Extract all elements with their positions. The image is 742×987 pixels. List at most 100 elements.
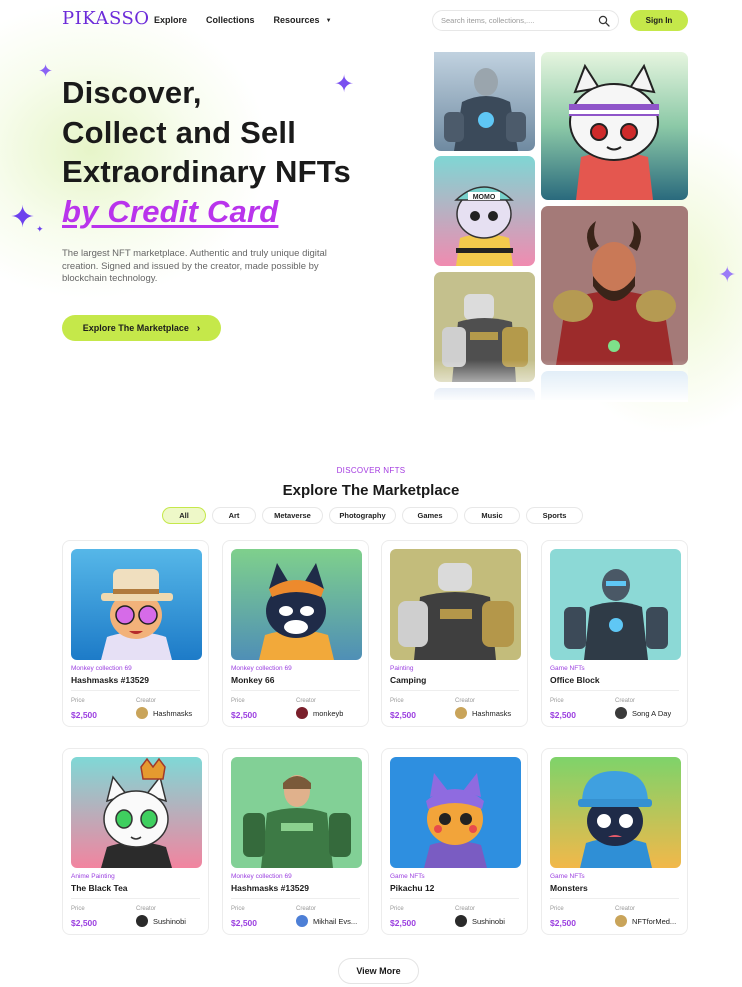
nft-title[interactable]: Hashmasks #13529 bbox=[231, 883, 309, 893]
creator-label: Creator bbox=[615, 906, 636, 912]
price-label: Price bbox=[71, 698, 85, 704]
creator[interactable]: Sushinobi bbox=[455, 915, 505, 927]
nft-image bbox=[550, 757, 681, 868]
nft-image bbox=[231, 549, 362, 660]
section-title: Explore The Marketplace bbox=[282, 482, 460, 499]
nft-collection[interactable]: Monkey collection 69 bbox=[231, 873, 292, 880]
search-input[interactable] bbox=[441, 16, 591, 25]
main-nav: Explore Collections Resources ▼ bbox=[154, 15, 332, 25]
chevron-right-icon: › bbox=[196, 322, 201, 334]
filter-music[interactable]: Music bbox=[464, 507, 520, 524]
svg-text:MOMO: MOMO bbox=[473, 194, 496, 201]
nft-title[interactable]: Monsters bbox=[550, 883, 588, 893]
creator-name: Song A Day bbox=[632, 708, 672, 718]
nft-collection[interactable]: Monkey collection 69 bbox=[231, 665, 292, 672]
price-label: Price bbox=[231, 698, 245, 704]
nft-collection[interactable]: Game NFTs bbox=[390, 873, 425, 880]
nft-card[interactable]: Game NFTs Office Block Price Creator $2,… bbox=[541, 540, 688, 727]
creator-label: Creator bbox=[455, 698, 476, 704]
nft-collection[interactable]: Painting bbox=[390, 665, 414, 672]
creator-label: Creator bbox=[296, 906, 317, 912]
nft-title[interactable]: Hashmasks #13529 bbox=[71, 675, 149, 685]
nft-price: $2,500 bbox=[71, 710, 97, 720]
nft-card[interactable]: Anime Painting The Black Tea Price Creat… bbox=[62, 748, 209, 935]
nft-price: $2,500 bbox=[390, 710, 416, 720]
view-more-button[interactable]: View More bbox=[338, 958, 419, 984]
site-header: PIKASSO Explore Collections Resources ▼ S… bbox=[0, 0, 742, 42]
nft-collection[interactable]: Anime Painting bbox=[71, 873, 115, 880]
collage-image-robot-blue bbox=[434, 52, 535, 151]
creator-label: Creator bbox=[615, 698, 636, 704]
explore-marketplace-button[interactable]: Explore The Marketplace › bbox=[62, 315, 221, 341]
search-box bbox=[432, 10, 619, 31]
creator[interactable]: monkeyb bbox=[296, 707, 343, 719]
sparkle-icon: ✦ bbox=[36, 224, 44, 234]
nft-image bbox=[71, 549, 202, 660]
nav-collections[interactable]: Collections bbox=[206, 15, 255, 25]
creator[interactable]: Song A Day bbox=[615, 707, 671, 719]
creator[interactable]: NFTforMed... bbox=[615, 915, 676, 927]
nft-image bbox=[71, 757, 202, 868]
filter-photography[interactable]: Photography bbox=[329, 507, 396, 524]
nft-card[interactable]: Painting Camping Price Creator $2,500 Ha… bbox=[381, 540, 528, 727]
filter-metaverse[interactable]: Metaverse bbox=[262, 507, 323, 524]
nft-card[interactable]: Game NFTs Monsters Price Creator $2,500 … bbox=[541, 748, 688, 935]
creator-name: monkeyb bbox=[313, 708, 344, 718]
avatar bbox=[455, 915, 467, 927]
explore-marketplace-label: Explore The Marketplace bbox=[82, 323, 189, 333]
price-label: Price bbox=[390, 906, 404, 912]
filter-games[interactable]: Games bbox=[402, 507, 458, 524]
nft-title[interactable]: The Black Tea bbox=[71, 883, 128, 893]
nft-title[interactable]: Office Block bbox=[550, 675, 600, 685]
creator[interactable]: Sushinobi bbox=[136, 915, 186, 927]
nft-card[interactable]: Monkey collection 69 Hashmasks #13529 Pr… bbox=[222, 748, 369, 935]
creator[interactable]: Hashmasks bbox=[136, 707, 192, 719]
nft-card[interactable]: Game NFTs Pikachu 12 Price Creator $2,50… bbox=[381, 748, 528, 935]
hero-title: Discover, Collect and Sell Extraordinary… bbox=[62, 75, 351, 229]
nft-card[interactable]: Monkey collection 69 Monkey 66 Price Cre… bbox=[222, 540, 369, 727]
avatar bbox=[136, 707, 148, 719]
nft-price: $2,500 bbox=[231, 918, 257, 928]
price-label: Price bbox=[231, 906, 245, 912]
avatar bbox=[296, 915, 308, 927]
nft-collection[interactable]: Game NFTs bbox=[550, 665, 585, 672]
filter-art[interactable]: Art bbox=[212, 507, 256, 524]
nft-price: $2,500 bbox=[550, 710, 576, 720]
search-icon[interactable] bbox=[598, 15, 610, 27]
nft-collection[interactable]: Game NFTs bbox=[550, 873, 585, 880]
filter-all[interactable]: All bbox=[162, 507, 206, 524]
collage-image-cat-headband bbox=[541, 52, 688, 200]
sparkle-icon: ✦ bbox=[718, 262, 737, 287]
sign-in-button[interactable]: Sign In bbox=[630, 10, 688, 31]
creator-name: NFTforMed... bbox=[632, 916, 677, 926]
price-label: Price bbox=[390, 698, 404, 704]
nav-resources[interactable]: Resources ▼ bbox=[274, 15, 332, 25]
collage-image-cat-momo: MOMO bbox=[434, 156, 535, 266]
avatar bbox=[296, 707, 308, 719]
avatar bbox=[455, 707, 467, 719]
creator-label: Creator bbox=[136, 698, 157, 704]
creator-name: Hashmasks bbox=[153, 708, 193, 718]
hero-title-accent: by Credit Card bbox=[62, 193, 279, 229]
nft-price: $2,500 bbox=[71, 918, 97, 928]
category-filters: All Art Metaverse Photography Games Musi… bbox=[162, 507, 583, 524]
avatar bbox=[615, 915, 627, 927]
nft-title[interactable]: Camping bbox=[390, 675, 426, 685]
creator-name: Hashmasks bbox=[472, 708, 512, 718]
creator[interactable]: Mikhail Evs... bbox=[296, 915, 357, 927]
nav-resources-label: Resources bbox=[273, 15, 320, 25]
nft-title[interactable]: Pikachu 12 bbox=[390, 883, 434, 893]
nav-explore[interactable]: Explore bbox=[154, 15, 187, 25]
nft-collection[interactable]: Monkey collection 69 bbox=[71, 665, 132, 672]
filter-sports[interactable]: Sports bbox=[526, 507, 583, 524]
nft-price: $2,500 bbox=[390, 918, 416, 928]
creator[interactable]: Hashmasks bbox=[455, 707, 511, 719]
nft-price: $2,500 bbox=[550, 918, 576, 928]
creator-name: Sushinobi bbox=[472, 916, 505, 926]
nft-card[interactable]: Monkey collection 69 Hashmasks #13529 Pr… bbox=[62, 540, 209, 727]
avatar bbox=[136, 915, 148, 927]
price-label: Price bbox=[550, 906, 564, 912]
sparkle-icon: ✦ bbox=[10, 201, 36, 234]
nft-title[interactable]: Monkey 66 bbox=[231, 675, 274, 685]
logo[interactable]: PIKASSO bbox=[62, 8, 150, 29]
